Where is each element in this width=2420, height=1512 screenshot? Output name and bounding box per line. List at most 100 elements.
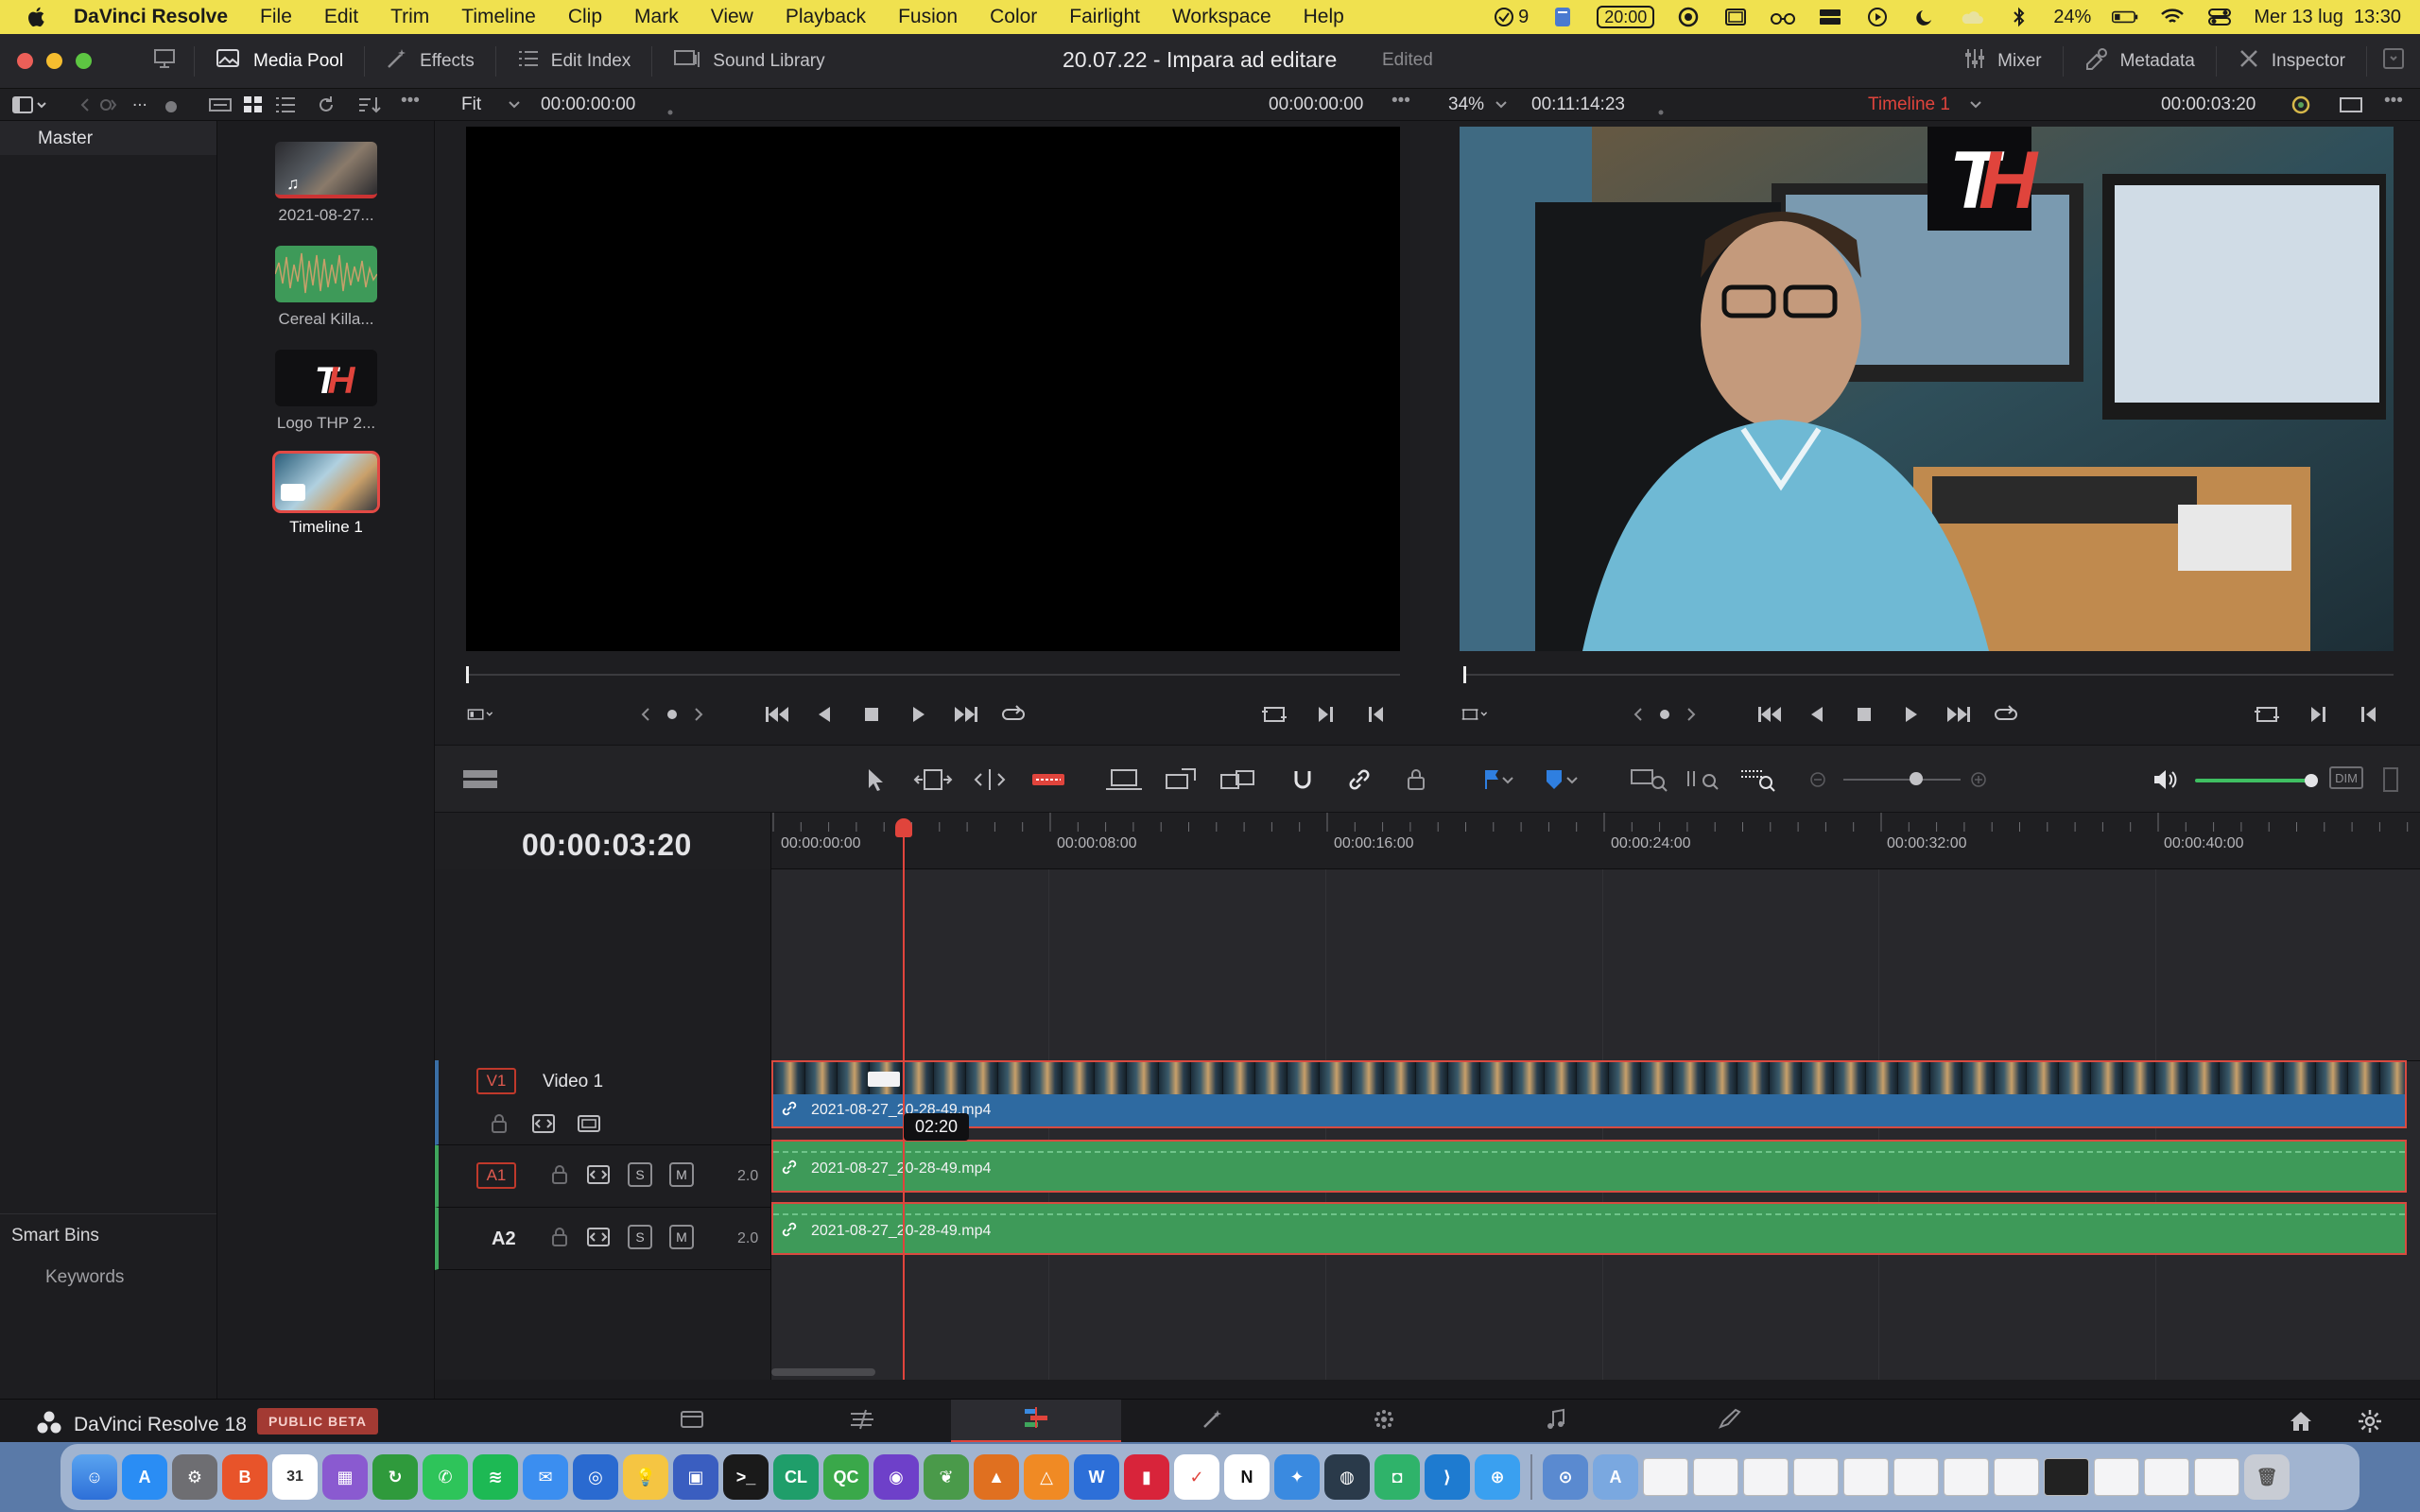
auto-track-icon[interactable] — [586, 1164, 611, 1190]
minimized-window[interactable] — [1643, 1458, 1688, 1496]
page-tab-fusion[interactable] — [1127, 1400, 1297, 1443]
menu-fusion[interactable]: Fusion — [898, 6, 958, 28]
lock-icon[interactable] — [550, 1227, 569, 1252]
play-icon[interactable] — [906, 701, 932, 728]
page-tab-cut[interactable] — [777, 1400, 947, 1443]
disable-track-icon[interactable] — [577, 1113, 601, 1139]
window-icon[interactable] — [1722, 7, 1749, 27]
pool-clip-audio[interactable]: Cereal Killa... — [217, 246, 435, 329]
leaf-icon[interactable]: ❦ — [924, 1454, 969, 1500]
color-wheel-icon[interactable] — [2290, 94, 2312, 121]
volume-slider-track[interactable] — [2195, 779, 2310, 782]
sound-library-button[interactable]: Sound Library — [652, 34, 845, 89]
video-clip[interactable]: 2021-08-27_20-28-49.mp4 — [771, 1060, 2407, 1128]
program-viewer[interactable]: T H — [1460, 127, 2394, 651]
menu-clip[interactable]: Clip — [568, 6, 602, 28]
status-check-icon[interactable]: 9 — [1494, 7, 1529, 27]
workspace-toggle-button[interactable] — [135, 34, 194, 89]
menu-trim[interactable]: Trim — [390, 6, 429, 28]
metadata-button[interactable]: Metadata — [2064, 34, 2216, 89]
whatsapp-icon[interactable]: ✆ — [423, 1454, 468, 1500]
program-options-icon[interactable]: ••• — [2384, 91, 2403, 112]
playhead[interactable] — [903, 824, 905, 1380]
triangle-app-icon[interactable]: △ — [1024, 1454, 1069, 1500]
go-to-start-icon[interactable] — [764, 701, 790, 728]
chevron-down-icon[interactable] — [1499, 765, 1516, 795]
minimized-window[interactable] — [1793, 1458, 1839, 1496]
solo-button-a2[interactable]: S — [628, 1225, 652, 1249]
trim-tool-icon[interactable] — [913, 765, 953, 795]
camera-app-icon[interactable]: ◘ — [1374, 1454, 1420, 1500]
pool-clip-timeline[interactable]: Timeline 1 — [217, 451, 435, 537]
battery-icon[interactable] — [2112, 7, 2138, 27]
cloud-icon[interactable] — [1959, 7, 1985, 27]
zoom-in-icon[interactable] — [1968, 765, 1989, 795]
zoom-full-icon[interactable] — [1630, 765, 1669, 795]
tools-icon[interactable]: ✦ — [1274, 1454, 1320, 1500]
audio-meter-icon[interactable] — [2380, 765, 2401, 795]
fit-dropdown[interactable]: Fit — [461, 94, 481, 115]
replace-clip-icon[interactable] — [1218, 765, 1257, 795]
minimized-window[interactable] — [1944, 1458, 1989, 1496]
smart-bins-title[interactable]: Smart Bins — [0, 1226, 216, 1246]
track-name-v1[interactable]: Video 1 — [543, 1072, 603, 1092]
match-frame-icon[interactable] — [2254, 701, 2280, 728]
viewer-size-icon[interactable] — [467, 701, 493, 728]
chevron-down-icon[interactable] — [1564, 765, 1581, 795]
match-frame-icon[interactable] — [1261, 701, 1288, 728]
safari-icon[interactable]: ⊕ — [1475, 1454, 1520, 1500]
launchpad-icon[interactable]: ▦ — [322, 1454, 368, 1500]
screen-icon[interactable]: ▣ — [673, 1454, 718, 1500]
bluetooth-icon[interactable] — [2006, 7, 2032, 27]
grid-view-icon[interactable] — [242, 94, 265, 121]
clion-icon[interactable]: CL — [773, 1454, 819, 1500]
pool-clip-video[interactable]: ♫ 2021-08-27... — [217, 142, 435, 225]
position-lock-icon[interactable] — [1401, 765, 1431, 795]
auto-track-icon[interactable] — [586, 1227, 611, 1252]
reminders-icon[interactable]: ✓ — [1174, 1454, 1219, 1500]
menu-view[interactable]: View — [711, 6, 753, 28]
menu-color[interactable]: Color — [990, 6, 1037, 28]
wifi-icon[interactable] — [2159, 7, 2186, 27]
mute-button-a1[interactable]: M — [669, 1162, 694, 1187]
sync-icon[interactable]: ↻ — [372, 1454, 418, 1500]
speaker-icon[interactable] — [2150, 765, 2180, 795]
forward-icon[interactable] — [98, 94, 119, 121]
timeline-scrollbar[interactable] — [771, 1368, 875, 1376]
timeline-selector[interactable]: Timeline 1 — [1868, 94, 1950, 115]
finder-icon[interactable]: ☺ — [72, 1454, 117, 1500]
chevron-down-icon[interactable] — [507, 94, 522, 121]
timeline-ruler[interactable]: 00:00:00:00 00:00:08:00 00:00:16:00 00:0… — [771, 813, 2420, 869]
settings-gear-icon[interactable] — [2358, 1409, 2382, 1438]
track-tag-a1[interactable]: A1 — [476, 1162, 516, 1189]
path-ellipsis-icon[interactable]: ... — [132, 91, 147, 112]
webex-icon[interactable]: W — [1074, 1454, 1119, 1500]
jog-left-icon[interactable] — [1632, 701, 1645, 728]
qc-icon[interactable]: QC — [823, 1454, 869, 1500]
playhead-handle[interactable] — [895, 818, 912, 837]
minimized-window[interactable] — [2044, 1458, 2089, 1496]
audio-clip-a1[interactable]: 2021-08-27_20-28-49.mp4 — [771, 1140, 2407, 1193]
loop-icon[interactable] — [1993, 701, 2019, 728]
play-reverse-icon[interactable] — [1804, 701, 1830, 728]
control-center-icon[interactable] — [2206, 7, 2233, 27]
timeline-view-options-icon[interactable] — [461, 765, 499, 795]
jog-dot-icon[interactable] — [666, 701, 679, 728]
chevron-down-icon[interactable] — [1968, 94, 1983, 121]
go-to-end-icon[interactable] — [953, 701, 979, 728]
calendar-icon[interactable]: 31 — [272, 1454, 318, 1500]
track-header-v1[interactable]: V1 Video 1 — [435, 1060, 771, 1145]
trash-icon[interactable]: 🗑 — [2244, 1454, 2290, 1500]
menu-fairlight[interactable]: Fairlight — [1069, 6, 1140, 28]
dynamic-trim-icon[interactable] — [970, 765, 1010, 795]
play-reverse-icon[interactable] — [811, 701, 838, 728]
program-scrubber[interactable] — [1463, 666, 2394, 683]
viewer-mode-icon[interactable] — [2339, 94, 2363, 121]
terminal-icon[interactable]: >_ — [723, 1454, 769, 1500]
minimized-window[interactable] — [1893, 1458, 1939, 1496]
dim-button[interactable]: DIM — [2329, 766, 2363, 789]
zoom-window-button[interactable] — [76, 53, 92, 69]
notion-icon[interactable]: N — [1224, 1454, 1270, 1500]
program-scrub-head[interactable] — [1463, 666, 1466, 683]
insert-clip-icon[interactable] — [1104, 765, 1144, 795]
